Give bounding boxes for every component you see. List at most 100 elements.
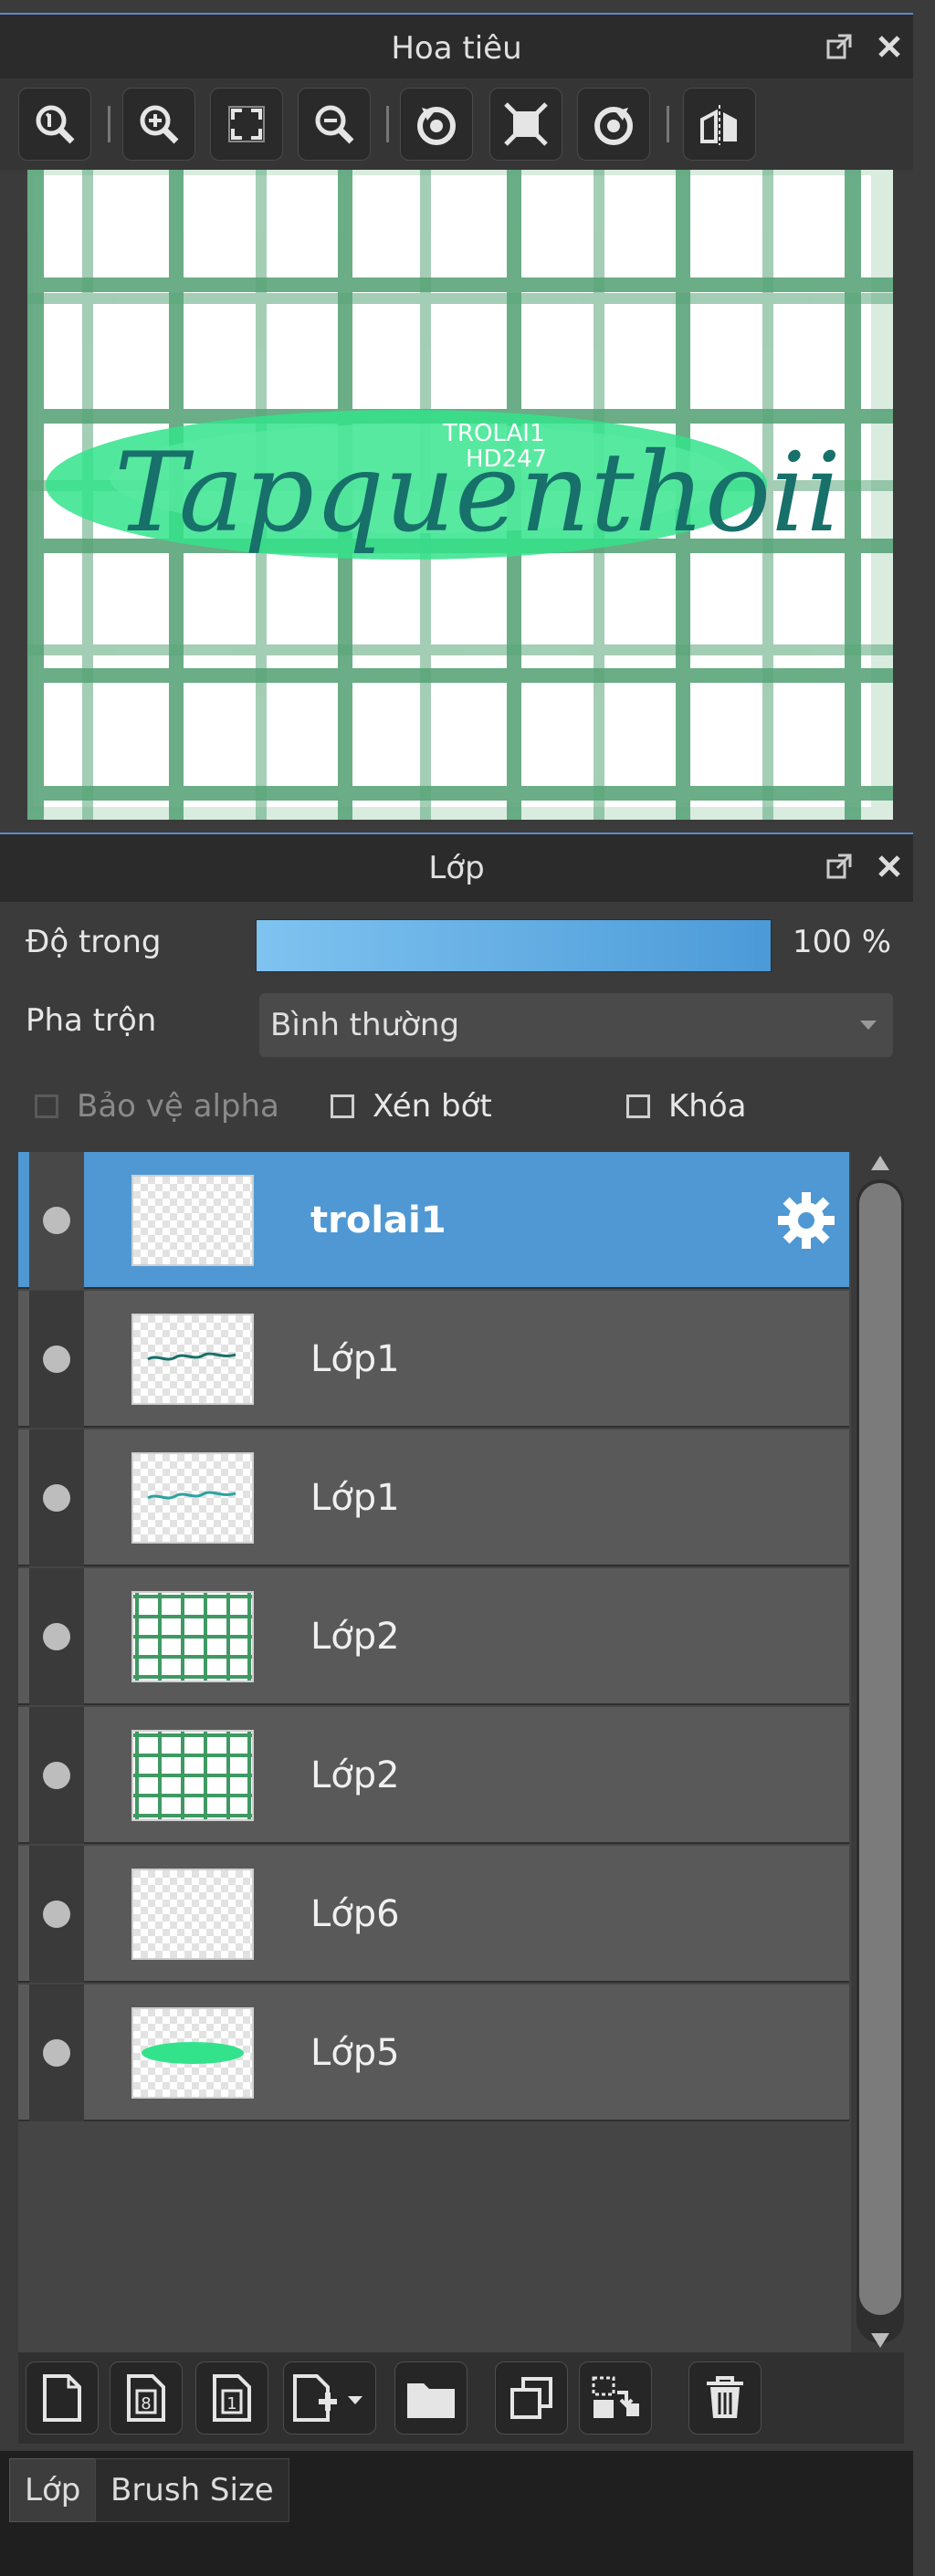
rotate-right-icon (594, 107, 633, 145)
new-1bit-layer-button[interactable]: 1 (195, 2361, 268, 2435)
layer-row[interactable]: Lớp1 (18, 1429, 849, 1566)
scroll-up-icon[interactable] (869, 1154, 891, 1172)
eye-icon (43, 1346, 70, 1373)
layers-title: Lớp (428, 850, 485, 886)
fullscreen-button[interactable] (489, 88, 562, 161)
close-icon[interactable] (877, 853, 902, 879)
fit-screen-icon (228, 106, 265, 142)
blend-mode-value: Bình thường (270, 1007, 460, 1043)
layer-name: Lớp1 (310, 1338, 400, 1380)
merge-down-icon (592, 2376, 639, 2418)
opacity-slider[interactable] (256, 919, 772, 972)
delete-layer-button[interactable] (688, 2361, 762, 2435)
clipping-label: Xén bớt (373, 1088, 492, 1125)
rotate-right-button[interactable] (577, 88, 650, 161)
close-icon[interactable] (877, 34, 902, 59)
new-folder-button[interactable] (394, 2361, 468, 2435)
checkbox-box (35, 1094, 58, 1118)
popout-icon[interactable] (825, 853, 853, 880)
layer-row[interactable]: Lớp2 (18, 1568, 849, 1705)
preview-tag-1: TROLAI1 (442, 420, 545, 447)
layer-name: Lớp2 (310, 1754, 400, 1796)
new-8bit-layer-icon: 8 (127, 2374, 165, 2422)
svg-text:1: 1 (226, 2394, 236, 2414)
eye-icon (43, 1484, 70, 1512)
eye-icon (43, 1207, 70, 1234)
eye-icon (43, 2039, 70, 2067)
layer-name: Lớp1 (310, 1477, 400, 1519)
duplicate-icon (510, 2377, 552, 2419)
navigator-title-bar: Hoa tiêu (0, 13, 913, 82)
layer-row[interactable]: Lớp1 (18, 1291, 849, 1428)
layers-title-bar: Lớp (0, 832, 913, 902)
new-layer-icon (43, 2374, 81, 2422)
navigator-title: Hoa tiêu (391, 30, 522, 67)
rotate-left-button[interactable] (400, 88, 473, 161)
zoom-actual-button[interactable] (18, 88, 91, 161)
layer-row[interactable]: Lớp5 (18, 1984, 849, 2121)
layer-list: trolai1 Lớp1 Lớp1 Lớp2 Lớp2 Lớp6 Lớp5 (18, 1152, 851, 2352)
layer-name: Lớp2 (310, 1616, 400, 1658)
new-8bit-layer-button[interactable]: 8 (110, 2361, 183, 2435)
fullscreen-icon (504, 102, 548, 146)
protect-alpha-checkbox[interactable]: Bảo vệ alpha (35, 1088, 279, 1125)
visibility-toggle[interactable] (29, 1291, 84, 1428)
new-layer-button[interactable] (26, 2361, 99, 2435)
layer-settings-button[interactable] (776, 1190, 836, 1254)
lock-label: Khóa (668, 1088, 747, 1125)
navigator-preview[interactable]: Tapquenthoii TROLAI1 HD247 (27, 170, 893, 820)
visibility-toggle[interactable] (29, 1568, 84, 1705)
layer-row[interactable]: trolai1 (18, 1152, 849, 1289)
folder-icon (407, 2383, 455, 2418)
zoom-actual-icon (36, 105, 75, 144)
visibility-toggle[interactable] (29, 1984, 84, 2121)
tab-brush-size[interactable]: Brush Size (95, 2458, 289, 2522)
checkbox-box (626, 1094, 650, 1118)
visibility-toggle[interactable] (29, 1429, 84, 1566)
layer-thumbnail (131, 1175, 254, 1266)
merge-down-button[interactable] (579, 2361, 652, 2435)
blend-label: Pha trộn (26, 1002, 157, 1039)
delete-icon (707, 2376, 743, 2418)
clipping-checkbox[interactable]: Xén bớt (331, 1088, 492, 1125)
duplicate-layer-button[interactable] (495, 2361, 568, 2435)
layer-thumbnail (131, 2007, 254, 2099)
zoom-out-button[interactable] (298, 88, 371, 161)
new-1bit-layer-icon: 1 (213, 2374, 251, 2422)
navigator-toolbar (0, 79, 913, 170)
visibility-toggle[interactable] (29, 1152, 84, 1289)
eye-icon (43, 1623, 70, 1650)
flip-button[interactable] (683, 88, 756, 161)
layer-name: Lớp6 (310, 1893, 400, 1935)
gear-icon (778, 1192, 835, 1249)
layer-row[interactable]: Lớp6 (18, 1846, 849, 1983)
blend-mode-select[interactable]: Bình thường (259, 993, 893, 1057)
zoom-in-button[interactable] (122, 88, 195, 161)
chevron-down-icon (860, 1021, 877, 1030)
layer-toolbar: 8 1 (18, 2352, 904, 2444)
opacity-label: Độ trong (26, 924, 162, 960)
fit-screen-button[interactable] (210, 88, 283, 161)
scroll-down-icon[interactable] (869, 2331, 891, 2350)
eye-icon (43, 1901, 70, 1928)
tab-layers[interactable]: Lớp (9, 2458, 97, 2522)
layer-thumbnail (131, 1869, 254, 1960)
layer-list-scrollbar[interactable] (856, 1152, 904, 2352)
opacity-value: 100 % (793, 924, 892, 960)
layer-name: Lớp5 (310, 2032, 400, 2074)
layer-thumbnail (131, 1452, 254, 1544)
eye-icon (43, 1762, 70, 1789)
flip-icon (700, 105, 737, 145)
scroll-thumb[interactable] (859, 1183, 901, 2315)
zoom-out-icon (315, 105, 354, 144)
add-layer-menu-button[interactable] (283, 2361, 376, 2435)
lock-checkbox[interactable]: Khóa (626, 1088, 746, 1125)
popout-icon[interactable] (825, 33, 853, 60)
layer-thumbnail (131, 1314, 254, 1405)
layer-row[interactable]: Lớp2 (18, 1707, 849, 1844)
visibility-toggle[interactable] (29, 1846, 84, 1983)
svg-text:8: 8 (141, 2394, 151, 2414)
layer-thumbnail (131, 1730, 254, 1821)
rotate-left-icon (417, 107, 456, 145)
visibility-toggle[interactable] (29, 1707, 84, 1844)
